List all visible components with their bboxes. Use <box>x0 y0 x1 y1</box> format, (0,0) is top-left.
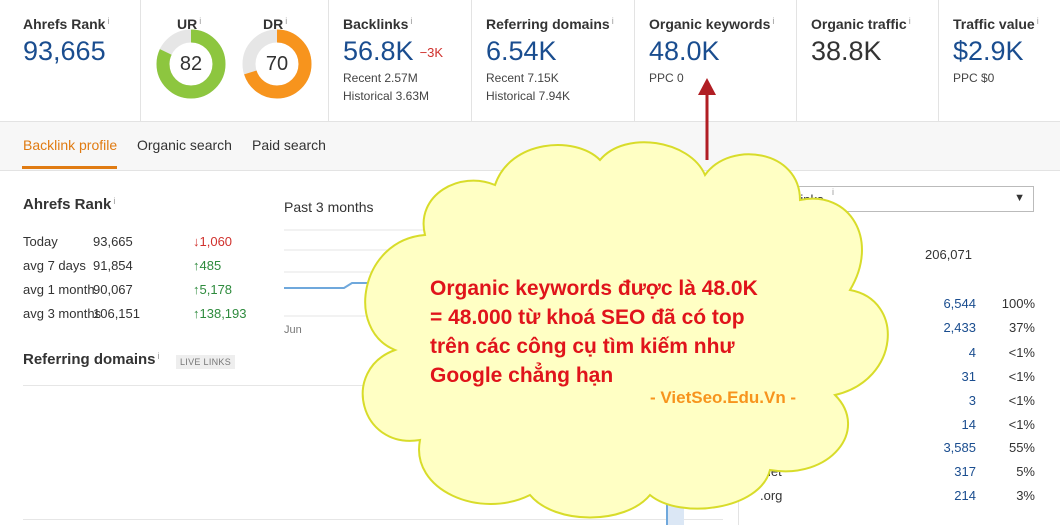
annotation-line: = 48.000 từ khoá SEO đã có top <box>430 306 745 329</box>
annotation-arrow-head <box>698 78 716 95</box>
annotation-line: trên các công cụ tìm kiếm như <box>430 335 735 358</box>
annotation-line: Google chẳng hạn <box>430 364 614 387</box>
annotation-line: Organic keywords được là 48.0K <box>430 277 758 300</box>
annotation-text: Organic keywords được là 48.0K = 48.000 … <box>430 274 758 390</box>
annotation-credit: - VietSeo.Edu.Vn - <box>650 388 797 407</box>
annotation-overlay <box>361 78 889 519</box>
